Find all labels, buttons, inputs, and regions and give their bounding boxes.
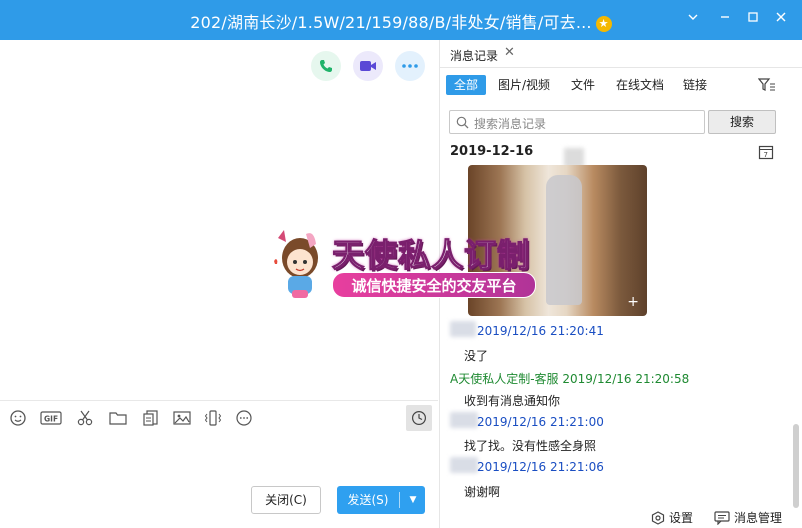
send-options-chevron-icon[interactable]: ▼	[403, 486, 423, 514]
toolbar-divider	[0, 400, 438, 401]
message-text: 谢谢啊	[464, 485, 501, 499]
video-call-button[interactable]	[353, 51, 383, 81]
message-time: 2019/12/16 21:21:06	[477, 460, 604, 474]
close-tab-icon[interactable]: ✕	[504, 45, 515, 60]
close-window-button[interactable]	[770, 8, 792, 30]
message-manage-link[interactable]: 消息管理	[714, 509, 782, 526]
filter-files[interactable]: 文件	[571, 75, 595, 95]
message-time: 2019/12/16 21:20:41	[477, 324, 604, 338]
minimize-button[interactable]	[714, 8, 736, 30]
send-divider	[399, 492, 400, 508]
history-tab-label[interactable]: 消息记录	[450, 47, 498, 64]
message-manage-icon	[714, 510, 730, 525]
image-icon[interactable]	[173, 409, 191, 427]
message-meta-service: A天使私人定制-客服 2019/12/16 21:20:58	[450, 370, 689, 387]
history-footer: 设置 消息管理	[440, 506, 802, 528]
filter-all[interactable]: 全部	[446, 75, 487, 95]
search-placeholder: 搜索消息记录	[474, 117, 547, 131]
date-header: 2019-12-16	[450, 144, 534, 159]
message-manage-label[interactable]: 消息管理	[734, 509, 782, 526]
svg-text:7: 7	[764, 151, 768, 159]
send-label[interactable]: 发送(S)	[337, 486, 399, 514]
filter-links[interactable]: 链接	[683, 75, 707, 95]
screenshot-scissors-icon[interactable]	[76, 409, 94, 427]
filter-online-docs[interactable]: 在线文档	[616, 75, 664, 95]
filter-settings-icon[interactable]	[757, 77, 776, 96]
history-filters: 全部 图片/视频 文件 在线文档 链接	[440, 72, 802, 98]
phone-icon	[320, 60, 332, 72]
blurred-sender-name	[450, 457, 478, 473]
send-button[interactable]: 发送(S) ▼	[337, 486, 425, 514]
history-scrollbar[interactable]	[793, 424, 799, 508]
message-time: 2019/12/16 21:20:58	[562, 372, 690, 386]
watermark-logo: 天使私人订制 诚信快捷安全的交友平台	[262, 226, 542, 306]
settings-link[interactable]: 设置	[651, 509, 693, 526]
calendar-icon[interactable]: 7	[758, 144, 774, 160]
history-tab-header: 消息记录 ✕	[440, 40, 802, 68]
expand-image-icon[interactable]: +	[627, 294, 639, 310]
search-button[interactable]: 搜索	[708, 110, 776, 134]
history-search-input[interactable]: 搜索消息记录	[449, 110, 705, 134]
more-options-icon[interactable]	[235, 409, 253, 427]
title-bar: 202/湖南长沙/1.5W/21/159/88/B/非处女/销售/可去... ★	[0, 0, 802, 40]
settings-hex-icon	[651, 510, 665, 525]
shake-icon[interactable]	[204, 409, 222, 427]
service-sender: A天使私人定制-客服	[450, 372, 559, 386]
doc-icon[interactable]	[142, 409, 160, 427]
search-icon	[456, 116, 469, 129]
message-text: 没了	[464, 349, 489, 363]
more-icon	[402, 64, 418, 68]
blurred-sender-name	[450, 321, 476, 337]
svg-text:GIF: GIF	[44, 415, 58, 424]
message-text: 收到有消息通知你	[464, 394, 561, 408]
clock-icon	[411, 410, 427, 426]
blurred-sender-name	[450, 412, 478, 428]
folder-icon[interactable]	[109, 409, 127, 427]
emoji-icon[interactable]	[9, 409, 27, 427]
message-time: 2019/12/16 21:21:00	[477, 415, 604, 429]
cartoon-girl-icon	[274, 230, 318, 298]
message-text: 找了找。没有性感全身照	[464, 439, 597, 453]
chevron-down-icon[interactable]	[682, 8, 704, 30]
close-button[interactable]: 关闭(C)	[251, 486, 321, 514]
video-camera-icon	[360, 61, 376, 71]
more-button[interactable]	[395, 51, 425, 81]
watermark-title: 天使私人订制	[331, 235, 531, 274]
voice-call-button[interactable]	[311, 51, 341, 81]
gif-icon[interactable]: GIF	[40, 409, 64, 427]
maximize-button[interactable]	[742, 8, 764, 30]
settings-label[interactable]: 设置	[669, 509, 693, 526]
watermark-slogan: 诚信快捷安全的交友平台	[332, 272, 536, 298]
message-history-button[interactable]	[406, 405, 432, 431]
star-badge-icon: ★	[595, 16, 612, 32]
image-subject	[546, 175, 582, 305]
filter-media[interactable]: 图片/视频	[498, 75, 550, 95]
